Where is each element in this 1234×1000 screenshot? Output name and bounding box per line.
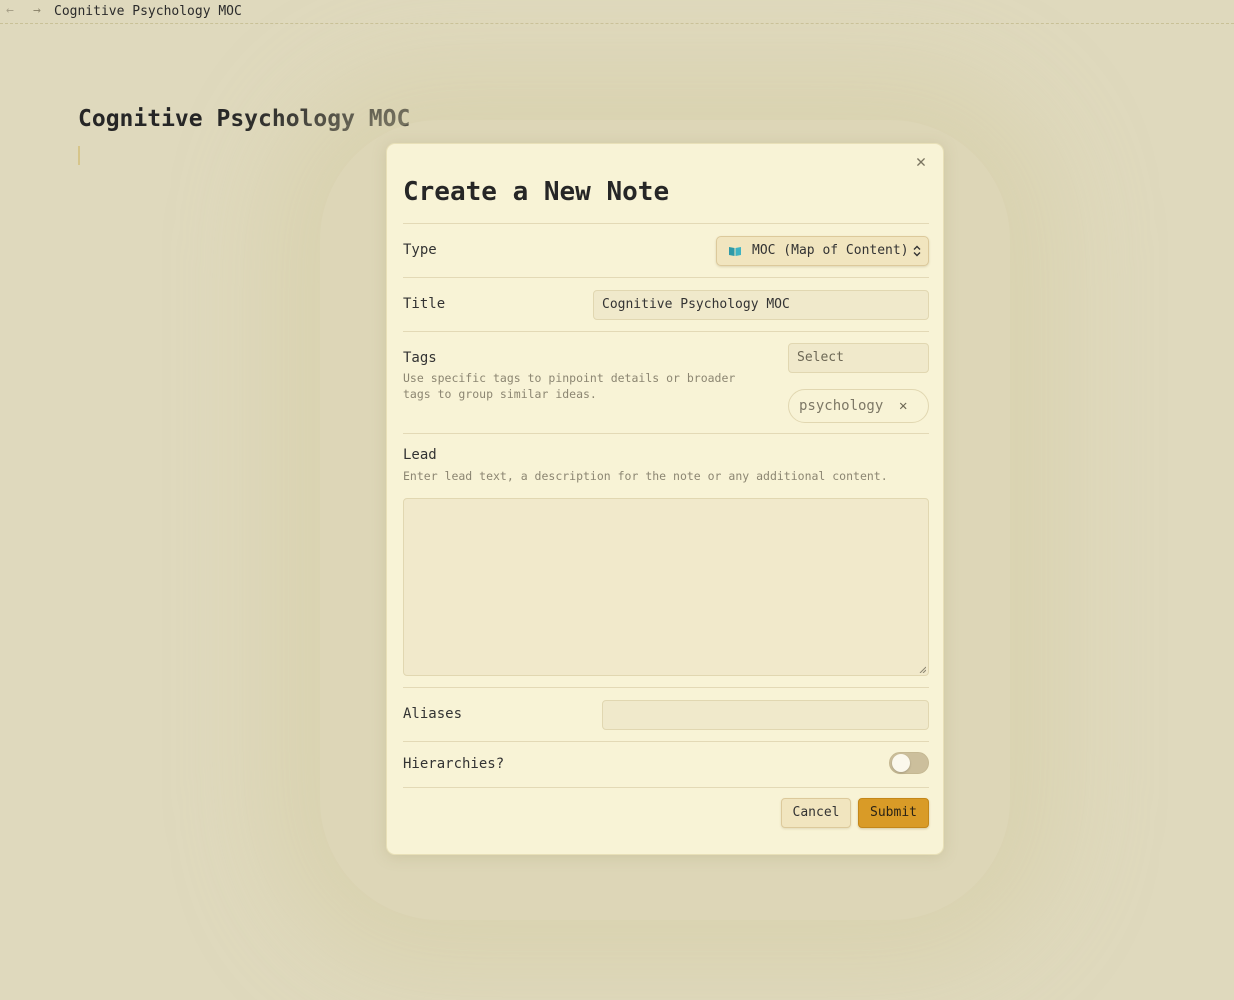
resize-grip-icon[interactable]	[919, 666, 926, 673]
close-icon[interactable]: ✕	[899, 390, 907, 422]
cancel-button[interactable]: Cancel	[781, 798, 851, 828]
divider	[403, 741, 929, 742]
aliases-label: Aliases	[403, 706, 463, 722]
divider	[403, 223, 929, 224]
open-book-icon	[729, 247, 741, 256]
tab-title: Cognitive Psychology MOC	[54, 4, 242, 19]
divider	[403, 433, 929, 434]
text-cursor	[78, 146, 80, 165]
lead-label: Lead	[403, 447, 437, 463]
title-label: Title	[403, 296, 446, 312]
top-bar: ← → Cognitive Psychology MOC	[0, 0, 1234, 24]
title-input[interactable]: Cognitive Psychology MOC	[593, 290, 929, 320]
dialog-title: Create a New Note	[403, 177, 670, 207]
divider	[403, 687, 929, 688]
create-note-dialog: ✕ Create a New Note Type MOC (Map of Con…	[386, 143, 944, 855]
divider	[403, 277, 929, 278]
tags-label: Tags	[403, 350, 437, 366]
lead-textarea[interactable]	[403, 498, 929, 676]
submit-button[interactable]: Submit	[858, 798, 929, 828]
tags-description: Use specific tags to pinpoint details or…	[403, 371, 736, 401]
divider	[403, 331, 929, 332]
type-select[interactable]: MOC (Map of Content)	[716, 236, 929, 266]
toggle-knob	[892, 754, 910, 772]
chevron-up-down-icon	[913, 245, 921, 257]
hierarchies-toggle[interactable]	[889, 752, 929, 774]
divider	[403, 787, 929, 788]
close-icon[interactable]: ✕	[911, 152, 931, 172]
type-select-value: MOC (Map of Content)	[752, 243, 909, 258]
type-label: Type	[403, 242, 437, 258]
tags-select[interactable]: Select	[788, 343, 929, 373]
arrow-left-icon[interactable]: ←	[6, 3, 14, 19]
arrow-right-icon[interactable]: →	[33, 3, 41, 19]
aliases-input[interactable]	[602, 700, 929, 730]
hierarchies-label: Hierarchies?	[403, 756, 505, 772]
tag-chip: psychology ✕	[788, 389, 929, 423]
lead-description: Enter lead text, a description for the n…	[403, 469, 888, 483]
note-title[interactable]: Cognitive Psychology MOC	[78, 104, 410, 134]
tag-label: psychology	[799, 398, 884, 414]
